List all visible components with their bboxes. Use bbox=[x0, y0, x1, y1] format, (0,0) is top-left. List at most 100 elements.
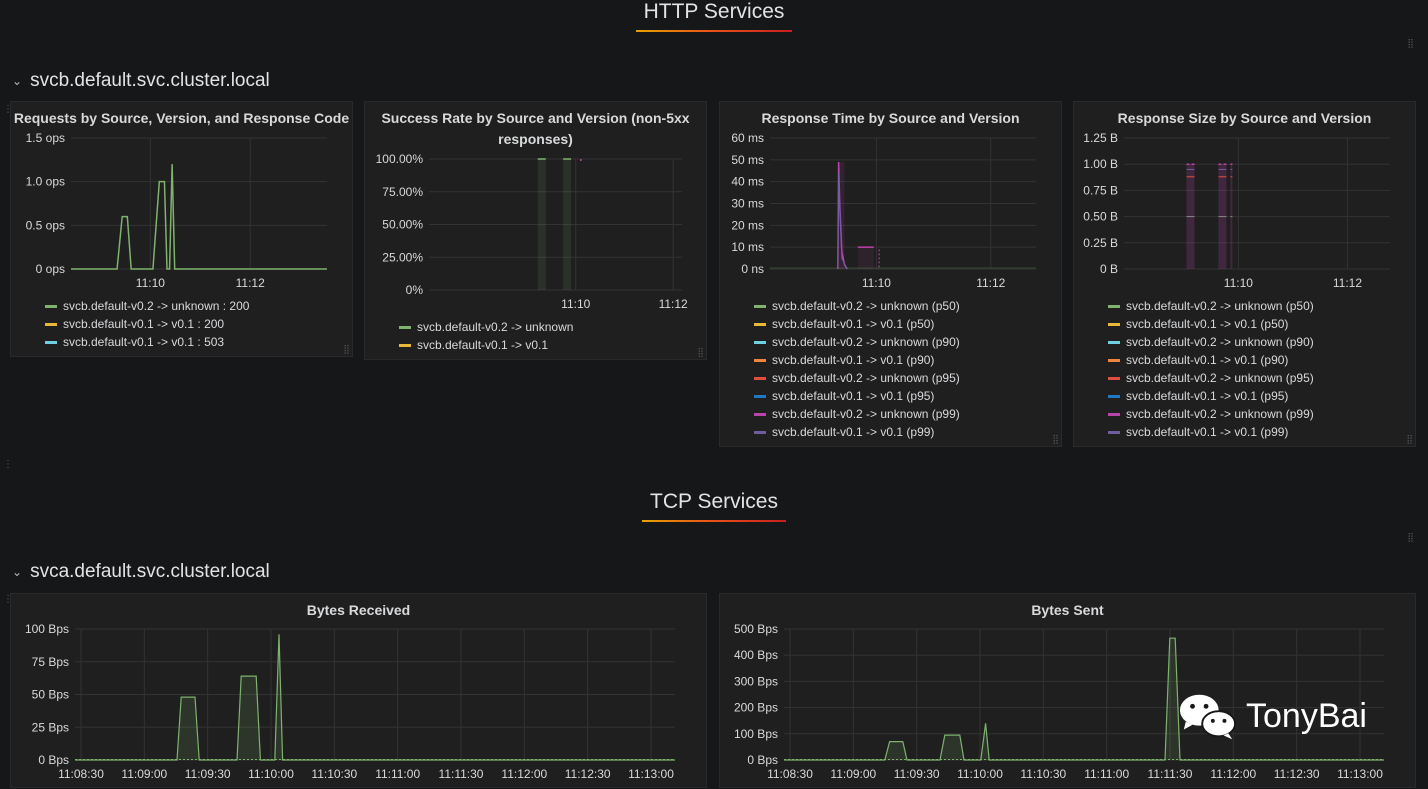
bytes-received-chart: 100 Bps 75 Bps 50 Bps 25 Bps 0 Bps11:08:30 11… bbox=[25, 622, 675, 781]
legend-item[interactable]: svcb.default-v0.1 -> v0.1 : 503 bbox=[45, 333, 249, 351]
resize-handle-icon[interactable] bbox=[1404, 532, 1414, 542]
drag-handle-icon[interactable]: ⋮ bbox=[3, 460, 13, 470]
row-title-text: svca.default.svc.cluster.local bbox=[30, 561, 270, 582]
panel-bytes-received[interactable]: Bytes Received 100 Bps 75 Bps 50 Bps 25 Bps… bbox=[10, 593, 707, 788]
resize-handle-icon[interactable] bbox=[694, 347, 704, 357]
drag-handle-icon[interactable]: ⋮ bbox=[3, 595, 13, 605]
x-tick-label: 11:12:30 bbox=[1274, 767, 1320, 781]
legend-label: svcb.default-v0.1 -> v0.1 (p50) bbox=[772, 317, 935, 331]
x-tick-label: 11:10:30 bbox=[1020, 767, 1066, 781]
y-tick-label: 0.75 B bbox=[1083, 183, 1118, 197]
y-tick-label: 100 Bps bbox=[734, 727, 778, 741]
y-tick-label: 60 ms bbox=[731, 131, 764, 145]
y-tick-label: 0 Bps bbox=[38, 753, 69, 767]
legend-label: svcb.default-v0.2 -> unknown (p50) bbox=[1126, 299, 1314, 313]
legend-item[interactable]: svcb.default-v0.2 -> unknown : 200 bbox=[45, 297, 249, 315]
y-tick-label: 30 ms bbox=[731, 197, 764, 211]
y-tick-label: 0 ns bbox=[741, 262, 764, 276]
x-tick-label: 11:10 bbox=[862, 276, 891, 290]
tcp-services-title: TCP Services bbox=[0, 490, 1428, 522]
legend-item[interactable]: svcb.default-v0.2 -> unknown (p99) bbox=[1108, 405, 1314, 423]
series-line bbox=[75, 634, 675, 761]
legend-label: svcb.default-v0.2 -> unknown (p90) bbox=[1126, 335, 1314, 349]
legend-item[interactable]: svcb.default-v0.2 -> unknown bbox=[399, 318, 573, 336]
resize-handle-icon[interactable] bbox=[1049, 434, 1059, 444]
x-tick-label: 11:12 bbox=[236, 276, 265, 290]
legend-label: svcb.default-v0.2 -> unknown bbox=[417, 320, 574, 334]
legend-label: svcb.default-v0.2 -> unknown (p95) bbox=[1126, 371, 1314, 385]
legend-swatch bbox=[1108, 394, 1120, 398]
legend-item[interactable]: svcb.default-v0.1 -> v0.1 (p95) bbox=[1108, 387, 1314, 405]
legend-item[interactable]: svcb.default-v0.2 -> unknown (p99) bbox=[754, 405, 960, 423]
legend-item[interactable]: svcb.default-v0.2 -> unknown (p50) bbox=[1108, 297, 1314, 315]
row-header-svcb[interactable]: ⌄ svcb.default.svc.cluster.local bbox=[12, 70, 270, 92]
legend-item[interactable]: svcb.default-v0.1 -> v0.1 : 200 bbox=[45, 315, 249, 333]
legend-item[interactable]: svcb.default-v0.1 -> v0.1 (p99) bbox=[1108, 423, 1314, 441]
y-tick-label: 1.00 B bbox=[1083, 157, 1118, 171]
legend-label: svcb.default-v0.2 -> unknown (p99) bbox=[772, 407, 960, 421]
legend-swatch bbox=[1108, 322, 1120, 326]
legend-label: svcb.default-v0.1 -> v0.1 (p99) bbox=[1126, 425, 1289, 439]
legend-swatch bbox=[754, 376, 766, 380]
legend-swatch bbox=[1108, 412, 1120, 416]
legend-item[interactable]: svcb.default-v0.1 -> v0.1 bbox=[399, 336, 573, 354]
y-tick-label: 10 ms bbox=[731, 240, 764, 254]
wechat-icon bbox=[1179, 694, 1237, 740]
panel-response-size[interactable]: Response Size by Source and Version 1.25… bbox=[1073, 101, 1416, 447]
y-tick-label: 40 ms bbox=[731, 175, 764, 189]
chevron-down-icon[interactable]: ⌄ bbox=[12, 565, 22, 579]
resize-handle-icon[interactable] bbox=[1403, 434, 1413, 444]
panel-success-rate[interactable]: Success Rate by Source and Version (non-… bbox=[364, 101, 707, 360]
legend-label: svcb.default-v0.1 -> v0.1 : 200 bbox=[63, 317, 225, 331]
panel-requests[interactable]: Requests by Source, Version, and Respons… bbox=[10, 101, 353, 357]
resize-handle-icon[interactable] bbox=[340, 344, 350, 354]
resize-handle-icon[interactable] bbox=[1404, 38, 1414, 48]
legend-swatch bbox=[45, 304, 57, 308]
row-header-svca[interactable]: ⌄ svca.default.svc.cluster.local bbox=[12, 561, 270, 583]
legend-item[interactable]: svcb.default-v0.1 -> v0.1 (p50) bbox=[754, 315, 960, 333]
y-tick-label: 1.5 ops bbox=[26, 131, 65, 145]
legend-label: svcb.default-v0.2 -> unknown : 200 bbox=[63, 299, 250, 313]
legend-item[interactable]: svcb.default-v0.2 -> unknown (p50) bbox=[754, 297, 960, 315]
legend-swatch bbox=[1108, 430, 1120, 434]
legend-item[interactable]: svcb.default-v0.1 -> v0.1 (p50) bbox=[1108, 315, 1314, 333]
legend-swatch bbox=[45, 340, 57, 344]
legend-item[interactable]: svcb.default-v0.1 -> v0.1 (p90) bbox=[1108, 351, 1314, 369]
legend-label: svcb.default-v0.2 -> unknown (p50) bbox=[772, 299, 960, 313]
legend-item[interactable]: svcb.default-v0.1 -> v0.1 (p95) bbox=[754, 387, 960, 405]
y-tick-label: 100 Bps bbox=[25, 622, 69, 636]
y-tick-label: 0.25 B bbox=[1083, 236, 1118, 250]
legend-label: svcb.default-v0.2 -> unknown (p99) bbox=[1126, 407, 1314, 421]
x-tick-label: 11:10 bbox=[1224, 276, 1253, 290]
y-tick-label: 200 Bps bbox=[734, 701, 778, 715]
legend-label: svcb.default-v0.1 -> v0.1 bbox=[417, 338, 549, 352]
x-tick-label: 11:11:00 bbox=[1084, 767, 1129, 781]
legend-item[interactable]: svcb.default-v0.2 -> unknown (p95) bbox=[1108, 369, 1314, 387]
panel-response-time[interactable]: Response Time by Source and Version 60 m… bbox=[719, 101, 1062, 447]
series-line bbox=[71, 164, 327, 270]
section-title-text: TCP Services bbox=[642, 490, 786, 522]
x-tick-label: 11:09:00 bbox=[121, 767, 167, 781]
drag-handle-icon[interactable]: ⋮ bbox=[3, 105, 13, 115]
legend-item[interactable]: svcb.default-v0.2 -> unknown (p90) bbox=[1108, 333, 1314, 351]
x-tick-label: 11:08:30 bbox=[767, 767, 813, 781]
legend-swatch bbox=[754, 322, 766, 326]
legend-item[interactable]: svcb.default-v0.1 -> v0.1 (p90) bbox=[754, 351, 960, 369]
legend-item[interactable]: svcb.default-v0.1 -> v0.1 (p99) bbox=[754, 423, 960, 441]
legend-swatch bbox=[1108, 376, 1120, 380]
row-title-text: svcb.default.svc.cluster.local bbox=[30, 70, 270, 91]
y-tick-label: 50.00% bbox=[382, 218, 423, 232]
x-tick-label: 11:12 bbox=[976, 276, 1005, 290]
y-tick-label: 25 Bps bbox=[32, 720, 69, 734]
x-tick-label: 11:12:00 bbox=[1210, 767, 1256, 781]
legend: svcb.default-v0.2 -> unknown (p50) svcb.d… bbox=[1108, 297, 1314, 441]
legend: svcb.default-v0.2 -> unknown : 200 svcb.d… bbox=[45, 297, 249, 351]
legend-label: svcb.default-v0.2 -> unknown (p90) bbox=[772, 335, 960, 349]
legend-swatch bbox=[754, 394, 766, 398]
legend-item[interactable]: svcb.default-v0.2 -> unknown (p90) bbox=[754, 333, 960, 351]
legend: svcb.default-v0.2 -> unknown (p50) svcb.d… bbox=[754, 297, 960, 441]
chevron-down-icon[interactable]: ⌄ bbox=[12, 74, 22, 88]
legend-item[interactable]: svcb.default-v0.2 -> unknown (p95) bbox=[754, 369, 960, 387]
y-tick-label: 25.00% bbox=[382, 250, 423, 264]
y-tick-label: 1.25 B bbox=[1083, 131, 1118, 145]
